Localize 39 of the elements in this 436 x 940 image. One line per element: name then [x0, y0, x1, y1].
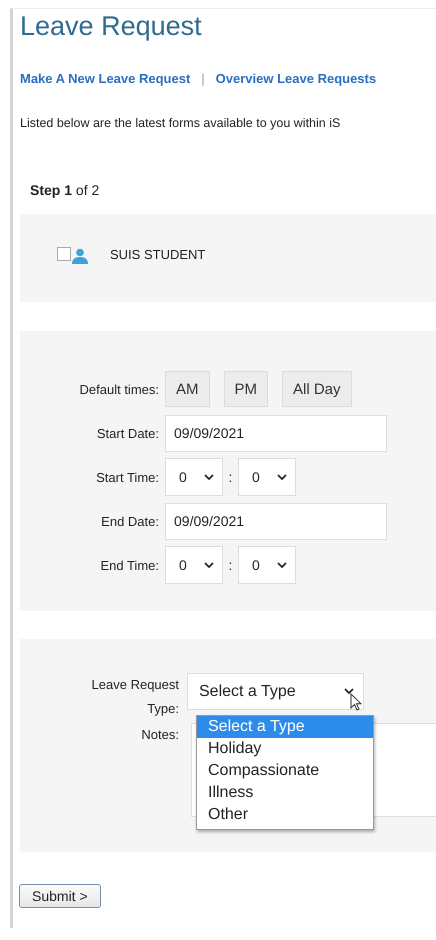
nav-link[interactable]: Overview Leave Requests	[216, 71, 376, 86]
default-time-button[interactable]: PM	[224, 371, 268, 407]
date-field[interactable]: 09/09/2021	[165, 414, 387, 452]
date-field[interactable]: 09/09/2021	[165, 502, 387, 540]
default-time-button[interactable]: All Day	[282, 371, 352, 407]
minute-select[interactable]: 0	[238, 546, 296, 584]
person-icon	[72, 248, 88, 264]
field-label: End Date:	[100, 514, 160, 528]
hour-select[interactable]: 0	[165, 546, 223, 584]
field-label: Default times:	[78, 382, 160, 396]
chevron-down-icon	[204, 474, 214, 480]
nav-separator: |	[201, 71, 205, 86]
field-label: Start Time:	[95, 470, 160, 484]
submit-button[interactable]: Submit >	[19, 884, 101, 908]
dropdown-option[interactable]: Illness	[197, 782, 373, 804]
chevron-down-icon	[344, 688, 354, 695]
mouse-pointer-icon	[350, 693, 362, 711]
dropdown-option[interactable]: Other	[197, 804, 373, 826]
field-label: End Time:	[99, 558, 160, 572]
dropdown-option[interactable]: Compassionate	[197, 760, 373, 782]
step-indicator: Step 1 of 2	[30, 182, 100, 198]
chevron-down-icon	[277, 562, 287, 568]
hour-select[interactable]: 0	[165, 458, 223, 496]
recipient-name: SUIS STUDENT	[110, 246, 206, 262]
chevron-down-icon	[277, 474, 287, 480]
leave-type-select[interactable]: Select a Type	[187, 673, 364, 710]
page-title: Leave Request	[20, 11, 202, 42]
field-label: Notes:	[140, 726, 180, 744]
default-time-button[interactable]: AM	[165, 371, 210, 407]
field-label: Start Date:	[96, 426, 160, 440]
intro-text: Listed below are the latest forms available to you within iS	[20, 116, 340, 130]
time-separator: :	[228, 469, 234, 485]
minute-select[interactable]: 0	[238, 458, 296, 496]
nav-link[interactable]: Make A New Leave Request	[20, 71, 190, 86]
dropdown-option[interactable]: Holiday	[197, 738, 373, 760]
field-label: Leave Request Type:	[90, 676, 180, 718]
recipient-checkbox[interactable]	[57, 247, 71, 261]
chevron-down-icon	[204, 562, 214, 568]
time-separator: :	[228, 557, 234, 573]
